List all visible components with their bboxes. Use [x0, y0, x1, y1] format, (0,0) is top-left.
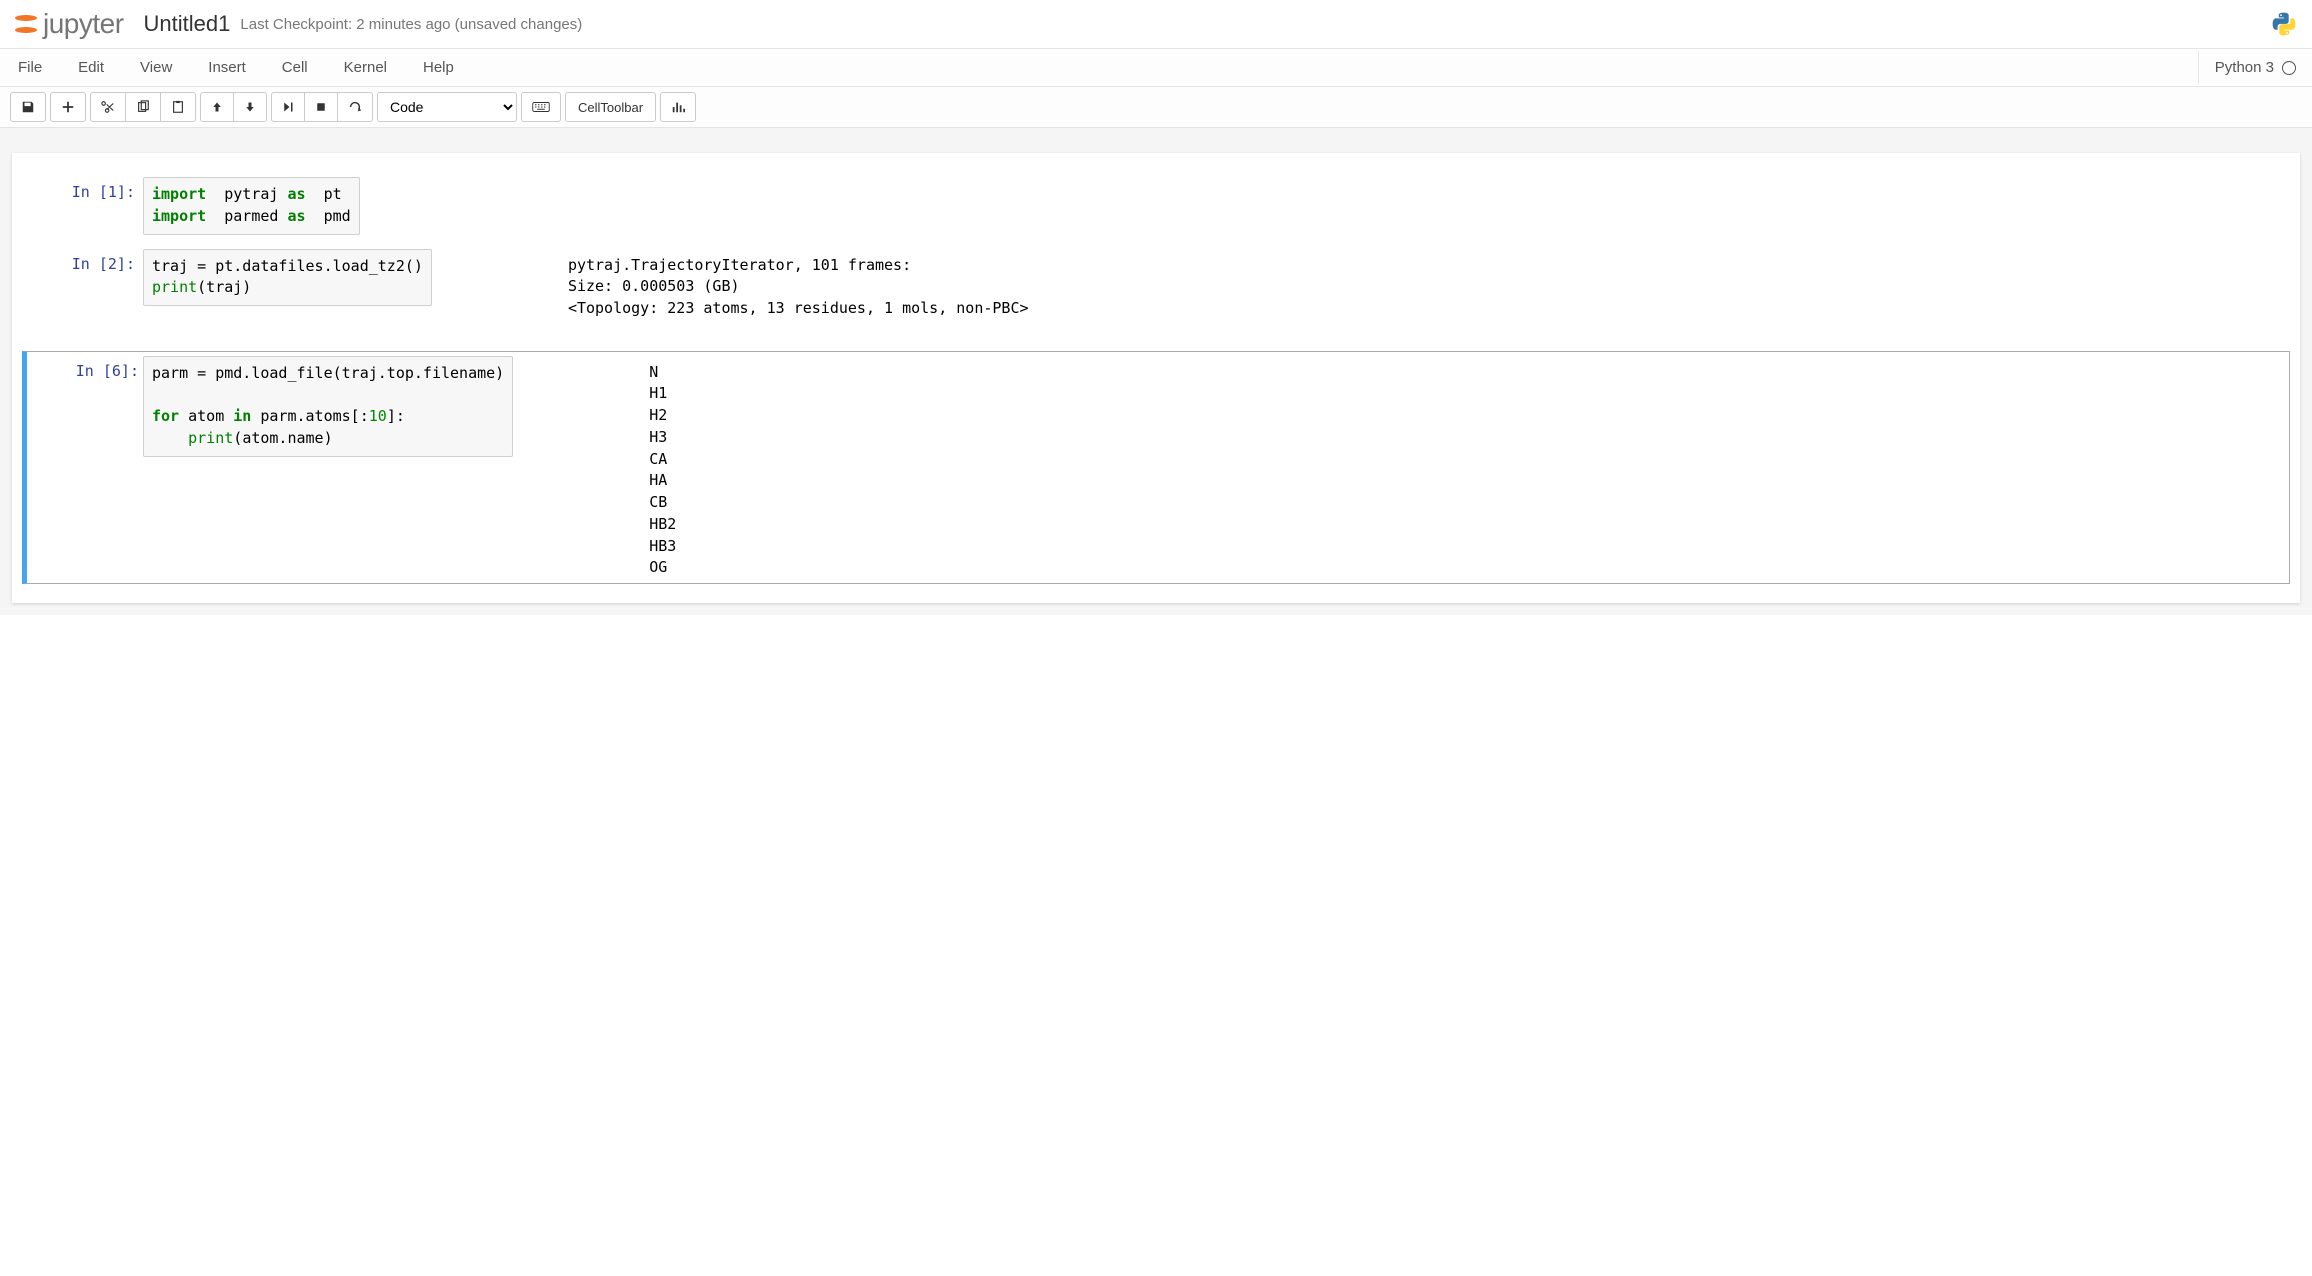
- cut-button[interactable]: [90, 92, 126, 122]
- copy-button[interactable]: [125, 92, 161, 122]
- kernel-name: Python 3: [2215, 59, 2274, 76]
- menu-view[interactable]: View: [122, 49, 190, 86]
- move-up-button[interactable]: [200, 92, 234, 122]
- checkpoint-status: Last Checkpoint: 2 minutes ago (unsaved …: [240, 16, 582, 33]
- output-line: HB3: [649, 536, 676, 558]
- floppy-disk-icon: [21, 100, 35, 114]
- notebook-container: In [1]:import pytraj as ptimport parmed …: [0, 128, 2312, 615]
- menu-edit[interactable]: Edit: [60, 49, 122, 86]
- arrow-down-icon: [244, 101, 256, 113]
- input-area[interactable]: parm = pmd.load_file(traj.top.filename) …: [143, 356, 513, 457]
- menu-kernel[interactable]: Kernel: [326, 49, 405, 86]
- menu-file[interactable]: File: [0, 49, 60, 86]
- output-line: [568, 320, 1029, 342]
- stop-icon: [315, 101, 327, 113]
- input-prompt: In [6]:: [27, 356, 147, 580]
- menu-list: FileEditViewInsertCellKernelHelp: [0, 49, 472, 86]
- toggle-chart-button[interactable]: [660, 92, 696, 122]
- input-prompt: In [2]:: [23, 249, 143, 342]
- notebook-header: jupyter Untitled1 Last Checkpoint: 2 min…: [0, 0, 2312, 49]
- scissors-icon: [101, 100, 115, 114]
- copy-icon: [136, 100, 150, 114]
- run-cell-button[interactable]: [271, 92, 305, 122]
- save-button[interactable]: [10, 92, 46, 122]
- jupyter-logo-icon: [15, 13, 37, 35]
- output-line: CB: [649, 492, 676, 514]
- code-line: for atom in parm.atoms[:10]:: [152, 406, 504, 428]
- python-logo-icon: [2271, 11, 2297, 37]
- output-line: N: [649, 362, 676, 384]
- output-line: Size: 0.000503 (GB): [568, 276, 1029, 298]
- toolbar: CodeMarkdownRaw NBConvertHeading CellToo…: [0, 87, 2312, 128]
- move-down-button[interactable]: [233, 92, 267, 122]
- restart-button[interactable]: [337, 92, 373, 122]
- notebook-cells: In [1]:import pytraj as ptimport parmed …: [12, 153, 2300, 603]
- output-line: H3: [649, 427, 676, 449]
- code-line: traj = pt.datafiles.load_tz2(): [152, 256, 423, 278]
- code-line: print(atom.name): [152, 428, 504, 450]
- run-step-icon: [282, 101, 294, 113]
- output-line: CA: [649, 449, 676, 471]
- clipboard-icon: [171, 100, 185, 114]
- menu-cell[interactable]: Cell: [264, 49, 326, 86]
- code-cell[interactable]: In [1]:import pytraj as ptimport parmed …: [22, 172, 2290, 240]
- output-line: pytraj.TrajectoryIterator, 101 frames:: [568, 255, 1029, 277]
- output-area: pytraj.TrajectoryIterator, 101 frames: S…: [560, 249, 1037, 342]
- jupyter-brand-text: jupyter: [43, 8, 124, 40]
- output-line: H1: [649, 383, 676, 405]
- cell-toolbar-label: CellToolbar: [578, 100, 643, 115]
- code-line: [152, 384, 504, 406]
- code-line: import pytraj as pt: [152, 184, 351, 206]
- paste-button[interactable]: [160, 92, 196, 122]
- menu-insert[interactable]: Insert: [190, 49, 264, 86]
- code-line: parm = pmd.load_file(traj.top.filename): [152, 363, 504, 385]
- input-area[interactable]: traj = pt.datafiles.load_tz2()print(traj…: [143, 249, 432, 307]
- output-line: <Topology: 223 atoms, 13 residues, 1 mol…: [568, 298, 1029, 320]
- kernel-status-idle-icon: [2282, 61, 2296, 75]
- bar-chart-icon: [671, 100, 685, 114]
- refresh-icon: [348, 100, 362, 114]
- output-line: HB2: [649, 514, 676, 536]
- menubar: FileEditViewInsertCellKernelHelp Python …: [0, 49, 2312, 87]
- notebook-name[interactable]: Untitled1: [144, 11, 231, 37]
- plus-icon: [61, 100, 75, 114]
- output-line: H2: [649, 405, 676, 427]
- interrupt-button[interactable]: [304, 92, 338, 122]
- output-prompt: .: [521, 356, 641, 580]
- menu-help[interactable]: Help: [405, 49, 472, 86]
- kernel-indicator: Python 3: [2198, 51, 2312, 84]
- input-area[interactable]: import pytraj as ptimport parmed as pmd: [143, 177, 360, 235]
- code-line: print(traj): [152, 277, 423, 299]
- code-cell[interactable]: In [6]:parm = pmd.load_file(traj.top.fil…: [22, 351, 2290, 585]
- input-prompt: In [1]:: [23, 177, 143, 235]
- code-cell[interactable]: In [2]:traj = pt.datafiles.load_tz2()pri…: [22, 244, 2290, 347]
- command-palette-button[interactable]: [521, 92, 561, 122]
- insert-cell-button[interactable]: [50, 92, 86, 122]
- output-area: NH1H2H3CAHACBHB2HB3OG: [641, 356, 684, 580]
- output-line: HA: [649, 470, 676, 492]
- cell-toolbar-button[interactable]: CellToolbar: [565, 92, 656, 122]
- cell-type-select[interactable]: CodeMarkdownRaw NBConvertHeading: [377, 92, 517, 122]
- arrow-up-icon: [211, 101, 223, 113]
- jupyter-logo[interactable]: jupyter: [15, 8, 124, 40]
- output-line: OG: [649, 557, 676, 579]
- output-prompt: .: [440, 249, 560, 342]
- code-line: import parmed as pmd: [152, 206, 351, 228]
- keyboard-icon: [532, 101, 550, 113]
